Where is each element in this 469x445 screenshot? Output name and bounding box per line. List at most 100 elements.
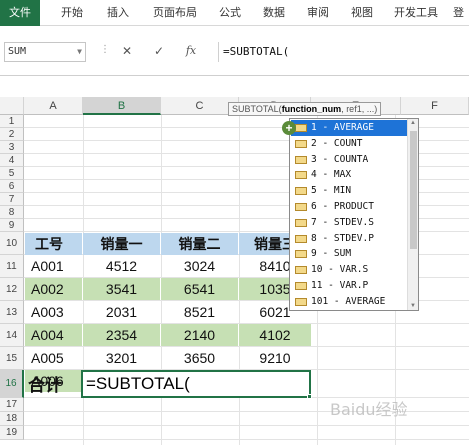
function-argument-icon [295,297,307,306]
row-header-19[interactable]: 19 [0,426,24,440]
function-argument-icon [295,203,307,211]
formula-input[interactable]: =SUBTOTAL( [218,42,466,62]
row-header-18[interactable]: 18 [0,412,24,426]
row-header-2[interactable]: 2 [0,128,24,141]
table-cell-sales2[interactable]: 6541 [161,278,238,300]
tooltip-function-name[interactable]: SUBTOTAL( [232,104,282,114]
active-cell-text: =SUBTOTAL( [86,374,190,393]
autocomplete-item[interactable]: 10 - VAR.S [291,262,407,278]
tab-developer[interactable]: 开发工具 [386,0,446,26]
tab-file[interactable]: 文件 [0,0,40,26]
tab-review[interactable]: 审阅 [298,0,338,26]
header-cell-sales1[interactable]: 销量一 [83,233,160,255]
tab-page-layout[interactable]: 页面布局 [144,0,206,26]
autocomplete-item[interactable]: 8 - STDEV.P [291,231,407,247]
row-header-3[interactable]: 3 [0,141,24,154]
autocomplete-item[interactable]: 11 - VAR.P [291,278,407,294]
name-box[interactable]: SUM ▼ [4,42,86,62]
fx-icon[interactable]: fx [180,41,202,61]
table-cell-sales1[interactable]: 3541 [83,278,160,300]
header-cell-sales2[interactable]: 销量二 [161,233,238,255]
column-header-b[interactable]: B [83,97,161,115]
function-argument-icon [295,155,307,164]
column-header-f[interactable]: F [401,97,469,115]
column-header-a[interactable]: A [24,97,83,115]
table-cell-sales1[interactable]: 4512 [83,255,160,277]
autocomplete-item-label: 9 - SUM [311,248,352,260]
total-label[interactable]: 合计 [28,374,82,396]
scroll-down-icon[interactable]: ▼ [410,303,416,309]
function-argument-icon [295,187,307,196]
row-header-14[interactable]: 14 [0,324,24,347]
autocomplete-item-label: 5 - MIN [311,185,352,197]
row-header-8[interactable]: 8 [0,206,24,219]
table-cell-sales2[interactable]: 3024 [161,255,238,277]
check-icon[interactable]: ✓ [148,41,170,61]
autocomplete-item-label: 4 - MAX [311,169,352,181]
autocomplete-item[interactable]: 2 - COUNT [291,136,407,152]
tab-view[interactable]: 视图 [342,0,382,26]
x-icon[interactable]: ✕ [116,41,138,61]
select-all-corner[interactable] [0,97,24,115]
table-cell-id[interactable]: A001 [25,255,82,277]
row-header-10[interactable]: 10 [0,232,24,255]
autocomplete-item[interactable]: 4 - MAX [291,167,407,183]
row-header-17[interactable]: 17 [0,398,24,412]
scrollbar-thumb[interactable] [410,131,417,249]
function-argument-icon [295,124,307,132]
function-tooltip: SUBTOTAL(function_num, ref1, ...) [228,102,382,116]
grid-line [24,439,469,440]
table-cell-sales1[interactable]: 3201 [83,347,160,369]
autocomplete-item-label: 11 - VAR.P [311,280,369,291]
row-header-6[interactable]: 6 [0,180,24,193]
table-cell-sales3[interactable]: 4102 [239,324,311,346]
row-header-15[interactable]: 15 [0,347,24,370]
table-cell-sales1[interactable]: 2031 [83,301,160,323]
tooltip-active-argument[interactable]: function_num [282,104,342,114]
table-cell-sales2[interactable]: 3650 [161,347,238,369]
table-cell-id[interactable]: A003 [25,301,82,323]
tab-insert[interactable]: 插入 [98,0,138,26]
name-box-value: SUM [8,46,27,57]
fill-handle[interactable] [307,394,312,399]
autocomplete-scrollbar[interactable]: ▲ ▼ [407,119,418,310]
watermark-logo: Baidu经验 [330,400,408,419]
tab-formulas[interactable]: 公式 [210,0,250,26]
autocomplete-item[interactable]: 101 - AVERAGE [291,294,407,310]
tab-data[interactable]: 数据 [254,0,294,26]
row-header-7[interactable]: 7 [0,193,24,206]
table-cell-id[interactable]: A002 [25,278,82,300]
table-cell-sales2[interactable]: 2140 [161,324,238,346]
autocomplete-item-label: 6 - PRODUCT [311,201,374,212]
row-header-1[interactable]: 1 [0,115,24,128]
function-argument-icon [295,234,307,243]
row-header-9[interactable]: 9 [0,219,24,232]
table-cell-id[interactable]: A005 [25,347,82,369]
scroll-up-icon[interactable]: ▲ [410,120,416,126]
autocomplete-item-label: 2 - COUNT [311,137,363,149]
row-header-5[interactable]: 5 [0,167,24,180]
row-header-16[interactable]: 16 [0,370,24,398]
row-header-4[interactable]: 4 [0,154,24,167]
formula-bar: SUM ▼ ⋮ ✕ ✓ fx =SUBTOTAL( [0,26,469,76]
table-cell-sales1[interactable]: 2354 [83,324,160,346]
table-cell-sales2[interactable]: 8521 [161,301,238,323]
row-header-12[interactable]: 12 [0,278,24,301]
header-cell-id[interactable]: 工号 [25,233,82,255]
row-header-11[interactable]: 11 [0,255,24,278]
autocomplete-item[interactable]: 3 - COUNTA [291,152,407,168]
tab-home[interactable]: 开始 [52,0,92,26]
table-cell-id[interactable]: A004 [25,324,82,346]
autocomplete-item-label: 7 - STDEV.S [311,216,374,228]
ribbon-tabs: 文件 开始 插入 页面布局 公式 数据 审阅 视图 开发工具 登 [0,0,469,26]
tab-login[interactable]: 登 [448,0,469,26]
function-argument-icon [295,250,307,259]
autocomplete-item[interactable]: 5 - MIN [291,183,407,199]
autocomplete-item[interactable]: 1 - AVERAGE [291,120,407,136]
autocomplete-item[interactable]: 9 - SUM [291,246,407,262]
row-header-13[interactable]: 13 [0,301,24,324]
autocomplete-item[interactable]: 6 - PRODUCT [291,199,407,215]
autocomplete-item[interactable]: 7 - STDEV.S [291,215,407,231]
chevron-down-icon[interactable]: ▼ [77,43,82,61]
table-cell-sales3[interactable]: 9210 [239,347,311,369]
